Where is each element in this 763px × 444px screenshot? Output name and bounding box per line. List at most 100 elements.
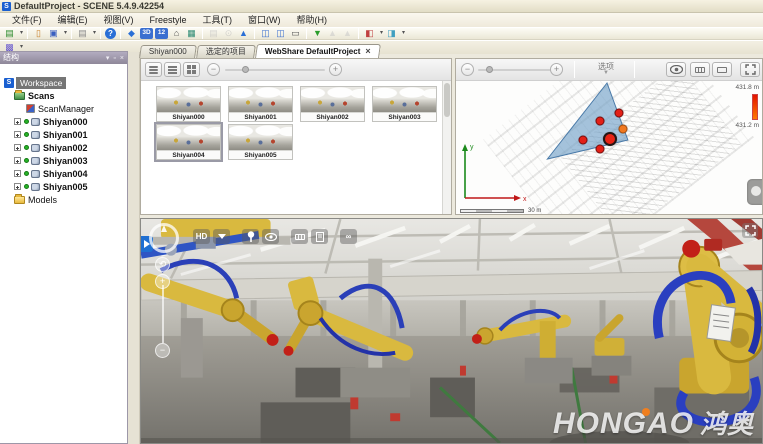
- tab-selected-items[interactable]: 选定的项目: [196, 45, 256, 58]
- menu-item[interactable]: 编辑(E): [50, 13, 96, 27]
- view-12-icon[interactable]: 12: [155, 28, 168, 39]
- upload-icon[interactable]: [237, 28, 250, 39]
- browser-scrollbar[interactable]: [442, 81, 451, 214]
- share-icon[interactable]: [125, 28, 138, 39]
- sync-down-icon[interactable]: [311, 28, 324, 39]
- paste-icon[interactable]: [32, 28, 45, 39]
- panel-splitter[interactable]: [128, 52, 140, 444]
- scan-thumbnail-shiyan000[interactable]: Shiyan000: [156, 86, 221, 122]
- scan-point-selected[interactable]: [603, 132, 617, 146]
- menu-item[interactable]: 帮助(H): [289, 13, 336, 27]
- panel-pin-icon[interactable]: ▫: [113, 55, 115, 62]
- map-side-widget[interactable]: [747, 179, 762, 205]
- sync-up-icon[interactable]: [326, 28, 339, 39]
- menu-item[interactable]: Freestyle: [142, 13, 195, 27]
- panel-dropdown-icon[interactable]: ▾: [106, 55, 110, 62]
- monitor-icon[interactable]: [289, 28, 302, 39]
- menu-item[interactable]: 窗口(W): [240, 13, 289, 27]
- expand-icon[interactable]: [14, 131, 21, 138]
- image-color-icon[interactable]: [385, 28, 398, 39]
- clipping-box-button[interactable]: [690, 62, 710, 77]
- title-bar[interactable]: S DefaultProject - SCENE 5.4.9.42254: [0, 0, 763, 13]
- tree-item-scanmanager[interactable]: ScanManager: [26, 102, 94, 115]
- window-icon[interactable]: [259, 28, 272, 39]
- pano-visibility-button[interactable]: [262, 229, 279, 244]
- tree-item-shiyan002[interactable]: Shiyan002: [14, 141, 88, 154]
- scan-point[interactable]: [596, 144, 605, 153]
- help-icon[interactable]: ?: [105, 28, 116, 39]
- tree-item-shiyan005[interactable]: Shiyan005: [14, 180, 88, 193]
- toolbar-separator[interactable]: [306, 28, 307, 39]
- view-3d-icon[interactable]: 3D: [140, 28, 153, 39]
- toolbar-separator[interactable]: [100, 28, 101, 39]
- sync-up-alt-icon[interactable]: [341, 28, 354, 39]
- map-zoom-out-button[interactable]: −: [461, 63, 474, 76]
- reset-view-button[interactable]: ⟲: [155, 257, 170, 272]
- toolbar-separator[interactable]: [27, 28, 28, 39]
- map-zoom-in-button[interactable]: +: [550, 63, 563, 76]
- menu-item[interactable]: 视图(V): [96, 13, 142, 27]
- menu-item[interactable]: 工具(T): [195, 13, 241, 27]
- thumbnail-size-slider-thumb[interactable]: [242, 66, 249, 73]
- save-icon[interactable]: [47, 28, 60, 39]
- tree-item-scans[interactable]: Scans: [14, 89, 55, 102]
- expand-icon[interactable]: [14, 170, 21, 177]
- zoom-out-button[interactable]: −: [207, 63, 220, 76]
- menu-item[interactable]: 文件(F): [4, 13, 50, 27]
- link-button[interactable]: ∞: [340, 229, 357, 244]
- scan-point[interactable]: [579, 136, 588, 145]
- image-view-icon[interactable]: [185, 28, 198, 39]
- history-icon[interactable]: [222, 28, 235, 39]
- scan-thumbnail-shiyan004[interactable]: Shiyan004: [156, 124, 221, 160]
- tab-shiyan000[interactable]: Shiyan000: [139, 45, 197, 58]
- structure-panel-header[interactable]: 结构 ▾ ▫ ×: [0, 52, 127, 64]
- layers-button[interactable]: [712, 62, 732, 77]
- visibility-button[interactable]: [666, 62, 686, 77]
- tree-item-shiyan004[interactable]: Shiyan004: [14, 167, 88, 180]
- options-caret-icon[interactable]: ▼: [586, 70, 626, 76]
- toolbar-separator[interactable]: [202, 28, 203, 39]
- home-icon[interactable]: [170, 28, 183, 39]
- toolbar-separator[interactable]: [358, 28, 359, 39]
- map-zoom-slider-thumb[interactable]: [486, 66, 493, 73]
- new-project-icon[interactable]: [3, 28, 16, 39]
- scan-point[interactable]: [614, 109, 623, 118]
- expand-icon[interactable]: [14, 118, 21, 125]
- map-canvas[interactable]: y x 30 m 431.8 m 431.2 m: [456, 81, 762, 214]
- marker-button[interactable]: [242, 229, 259, 244]
- tree-item-shiyan000[interactable]: Shiyan000: [14, 115, 88, 128]
- pano-zoom-slider[interactable]: [162, 285, 164, 343]
- scan-thumbnail-shiyan003[interactable]: Shiyan003: [372, 86, 437, 122]
- scan-thumbnail-shiyan005[interactable]: Shiyan005: [228, 124, 293, 160]
- tree-item-shiyan001[interactable]: Shiyan001: [14, 128, 88, 141]
- expand-icon[interactable]: [14, 183, 21, 190]
- tree-item-workspace[interactable]: S Workspace: [4, 76, 66, 89]
- annotation-button[interactable]: [311, 229, 328, 244]
- expand-icon[interactable]: [14, 157, 21, 164]
- measure-button[interactable]: [291, 229, 308, 244]
- toolbar-separator[interactable]: [254, 28, 255, 39]
- hd-quality-button[interactable]: HD: [193, 229, 210, 244]
- panel-close-icon[interactable]: ×: [120, 55, 124, 62]
- scan-point-highlight[interactable]: [618, 125, 627, 134]
- toolbar-separator[interactable]: [71, 28, 72, 39]
- map-fullscreen-button[interactable]: [740, 62, 760, 77]
- print-icon[interactable]: [76, 28, 89, 39]
- detail-view-button[interactable]: [164, 62, 181, 77]
- thumbnail-view-button[interactable]: [183, 62, 200, 77]
- toolbar-separator[interactable]: [120, 28, 121, 39]
- pano-fullscreen-button[interactable]: [742, 223, 758, 238]
- expand-icon[interactable]: [14, 144, 21, 151]
- scan-point[interactable]: [596, 117, 605, 126]
- tree-item-models[interactable]: Models: [14, 193, 57, 206]
- tab-webshare-defaultproject[interactable]: WebShare DefaultProject ×: [255, 44, 381, 58]
- compass-control[interactable]: [149, 223, 179, 253]
- new-window-icon[interactable]: [274, 28, 287, 39]
- scan-color-icon[interactable]: [363, 28, 376, 39]
- document-icon[interactable]: [207, 28, 220, 39]
- tab-close-icon[interactable]: ×: [365, 47, 370, 56]
- thumbnail-size-slider[interactable]: [225, 69, 325, 71]
- zoom-in-button[interactable]: +: [329, 63, 342, 76]
- list-view-button[interactable]: [145, 62, 162, 77]
- scan-thumbnail-shiyan002[interactable]: Shiyan002: [300, 86, 365, 122]
